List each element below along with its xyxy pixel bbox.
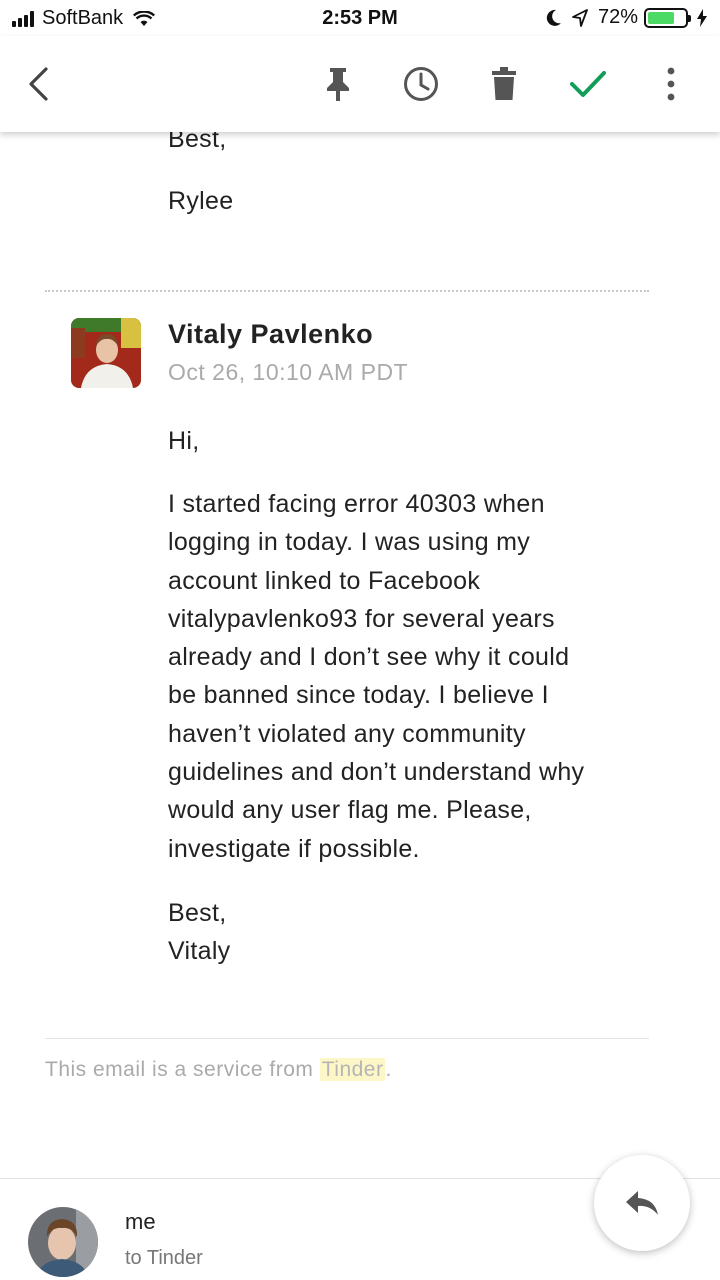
message-closing: Best, xyxy=(168,899,227,927)
email-toolbar xyxy=(0,36,720,132)
checkmark-icon xyxy=(570,71,606,97)
more-options-button[interactable] xyxy=(649,62,693,106)
sender-me-label: me xyxy=(125,1209,156,1234)
battery-percent: 72% xyxy=(597,6,638,28)
pin-button[interactable] xyxy=(316,62,360,106)
footer-prefix: This email is a service from xyxy=(45,1058,320,1081)
message-line: I started facing error 40303 when xyxy=(168,490,545,518)
recipient-label: to Tinder xyxy=(125,1247,203,1269)
message-body: I started facing error 40303 when loggin… xyxy=(168,485,648,868)
message-date: Oct 26, 10:10 AM PDT xyxy=(168,359,409,385)
moon-icon xyxy=(546,9,561,26)
charging-bolt-icon xyxy=(697,8,707,27)
message-line: guidelines and don’t understand why xyxy=(168,758,585,787)
message-line: investigate if possible. xyxy=(168,834,420,863)
snooze-button[interactable] xyxy=(399,62,443,106)
message-line: account linked to Facebook xyxy=(168,566,481,595)
back-arrow-icon xyxy=(29,67,48,101)
pin-icon xyxy=(327,68,349,101)
message-line: haven’t violated any community xyxy=(168,719,526,748)
footer-suffix: . xyxy=(385,1058,392,1081)
footer-divider xyxy=(45,1038,649,1039)
message-line: be banned since today. I believe I xyxy=(168,681,549,710)
status-bar: SoftBank 2:53 PM 72% xyxy=(0,0,720,36)
mark-done-button[interactable] xyxy=(566,62,610,106)
clock-icon xyxy=(404,67,438,101)
message-line: would any user flag me. Please, xyxy=(168,796,532,825)
location-arrow-icon xyxy=(572,8,588,27)
reply-arrow-icon xyxy=(626,1191,658,1215)
delete-button[interactable] xyxy=(482,62,526,106)
message-divider xyxy=(45,290,649,292)
more-vertical-icon xyxy=(667,67,675,101)
previous-message-signature: Rylee xyxy=(168,187,234,215)
message-line: vitalypavlenko93 for several years xyxy=(168,604,555,633)
message-signoff: Best, Vitaly xyxy=(168,894,230,971)
back-button[interactable] xyxy=(16,62,60,106)
sender-avatar[interactable] xyxy=(71,318,141,388)
footer-tinder-link[interactable]: Tinder xyxy=(319,1058,386,1081)
service-footer: This email is a service from Tinder. xyxy=(45,1058,392,1082)
reply-button[interactable] xyxy=(594,1155,690,1251)
battery-icon xyxy=(644,7,691,28)
message-line: logging in today. I was using my xyxy=(168,528,531,557)
sender-name: Vitaly Pavlenko xyxy=(168,319,374,349)
my-avatar xyxy=(28,1207,98,1277)
message-line: already and I don’t see why it could xyxy=(168,643,570,672)
message-greeting: Hi, xyxy=(168,427,200,455)
message-signature: Vitaly xyxy=(168,937,231,966)
trash-icon xyxy=(492,67,516,100)
